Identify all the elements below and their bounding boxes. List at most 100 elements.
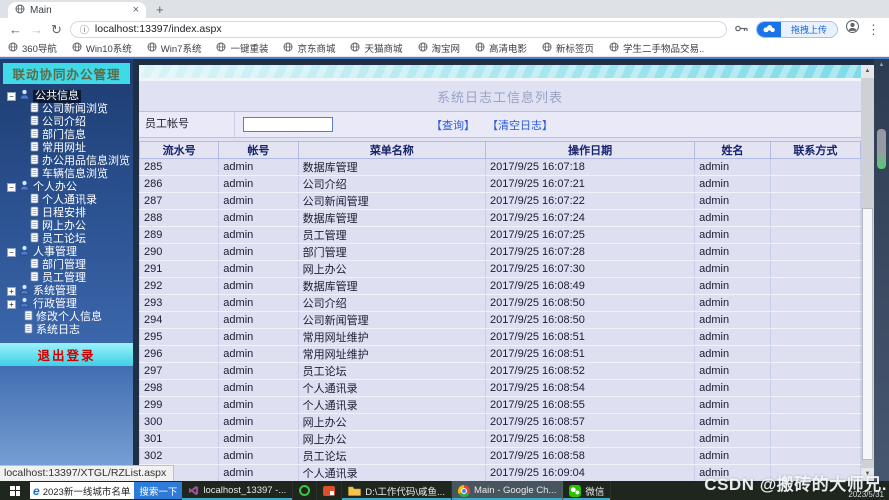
bookmark-item[interactable]: 新标签页: [542, 41, 594, 55]
bookmark-item[interactable]: Win7系统: [147, 41, 202, 55]
tree-group[interactable]: −人事管理: [0, 246, 133, 259]
table-cell: admin: [219, 363, 298, 380]
table-row[interactable]: 301admin网上办公2017/9/25 16:08:58admin: [140, 431, 861, 448]
logout-button[interactable]: 退出登录: [0, 343, 133, 366]
tree-group[interactable]: −个人办公: [0, 181, 133, 194]
scroll-up-icon[interactable]: ▲: [861, 65, 874, 78]
tree-leaf[interactable]: 部门管理: [0, 259, 133, 272]
taskbar-item-wechat[interactable]: 微信: [563, 481, 611, 500]
search-go-button[interactable]: 搜索一下: [134, 482, 182, 499]
column-header: 帐号: [219, 142, 298, 159]
table-cell: [770, 244, 860, 261]
bookmark-item[interactable]: 一键重装: [216, 41, 268, 55]
password-key-icon[interactable]: [735, 20, 748, 38]
tree-leaf[interactable]: 日程安排: [0, 207, 133, 220]
table-cell: 295: [140, 329, 219, 346]
table-cell: 部门管理: [298, 244, 485, 261]
table-row[interactable]: 300admin网上办公2017/9/25 16:08:57admin: [140, 414, 861, 431]
table-row[interactable]: 292admin数据库管理2017/9/25 16:08:49admin: [140, 278, 861, 295]
table-cell: admin: [695, 227, 771, 244]
collapse-icon[interactable]: −: [7, 183, 16, 192]
table-row[interactable]: 297admin员工论坛2017/9/25 16:08:52admin: [140, 363, 861, 380]
bookmark-item[interactable]: 学生二手物品交易..: [609, 41, 704, 55]
collapse-icon[interactable]: −: [7, 92, 16, 101]
browser-tab-main[interactable]: Main ×: [8, 2, 146, 18]
tree-leaf[interactable]: 公司新闻浏览: [0, 103, 133, 116]
bookmark-item[interactable]: 京东商城: [283, 41, 335, 55]
bookmark-item[interactable]: 淘宝网: [418, 41, 461, 55]
browser-menu-icon[interactable]: ⋮: [867, 23, 880, 36]
new-tab-button[interactable]: +: [156, 2, 164, 17]
tree-leaf[interactable]: 系统日志: [0, 324, 133, 337]
tree-leaf[interactable]: 修改个人信息: [0, 311, 133, 324]
tree-leaf[interactable]: 网上办公: [0, 220, 133, 233]
taskbar-item-visual-studio[interactable]: localhost_13397 -...: [182, 481, 293, 500]
table-row[interactable]: 289admin员工管理2017/9/25 16:07:25admin: [140, 227, 861, 244]
table-cell: admin: [219, 278, 298, 295]
user-icon: [19, 89, 30, 104]
tree-leaf[interactable]: 办公用品信息浏览: [0, 155, 133, 168]
table-cell: 网上办公: [298, 261, 485, 278]
query-link[interactable]: 【查询】: [431, 117, 475, 133]
back-icon[interactable]: ←: [9, 23, 22, 36]
table-row[interactable]: 299admin个人通讯录2017/9/25 16:08:55admin: [140, 397, 861, 414]
browser-scrollbar[interactable]: ▲: [874, 59, 889, 481]
collapse-icon[interactable]: −: [7, 248, 16, 257]
sidebar: 联动协同办公管理 −公共信息公司新闻浏览公司介绍部门信息常用网址办公用品信息浏览…: [0, 59, 133, 481]
table-cell: [770, 261, 860, 278]
table-row[interactable]: 290admin部门管理2017/9/25 16:07:28admin: [140, 244, 861, 261]
taskbar-item-folder[interactable]: D:\工作代码\咸鱼...: [342, 481, 452, 500]
refresh-icon[interactable]: ↻: [51, 23, 62, 36]
table-cell: admin: [695, 312, 771, 329]
taskbar-search-value[interactable]: 2023新一线城市名单: [43, 484, 131, 498]
table-row[interactable]: 291admin网上办公2017/9/25 16:07:30admin: [140, 261, 861, 278]
expand-icon[interactable]: +: [7, 287, 16, 296]
table-row[interactable]: 287admin公司新闻管理2017/9/25 16:07:22admin: [140, 193, 861, 210]
taskbar-search-box[interactable]: e 2023新一线城市名单 搜索一下: [30, 482, 182, 499]
bookmark-item[interactable]: Win10系统: [72, 41, 132, 55]
bookmark-item[interactable]: 高清电影: [475, 41, 527, 55]
table-row[interactable]: 302admin员工论坛2017/9/25 16:08:58admin: [140, 448, 861, 465]
table-cell: admin: [219, 193, 298, 210]
expand-icon[interactable]: +: [7, 300, 16, 309]
tree-group[interactable]: −公共信息: [0, 90, 133, 103]
tree-leaf[interactable]: 常用网址: [0, 142, 133, 155]
profile-avatar-icon[interactable]: [846, 20, 859, 38]
tree-leaf[interactable]: 部门信息: [0, 129, 133, 142]
content-scrollbar[interactable]: ▲ ▼: [861, 65, 874, 481]
bookmark-item[interactable]: 天猫商城: [350, 41, 402, 55]
table-row[interactable]: 293admin公司介绍2017/9/25 16:08:50admin: [140, 295, 861, 312]
taskbar-item-media-app[interactable]: [317, 481, 342, 500]
browser-scroll-up-icon[interactable]: ▲: [874, 59, 889, 71]
table-cell: 公司介绍: [298, 176, 485, 193]
taskbar-item-chrome[interactable]: Main - Google Ch...: [452, 481, 563, 500]
table-row[interactable]: 298admin个人通讯录2017/9/25 16:08:54admin: [140, 380, 861, 397]
table-cell: admin: [695, 448, 771, 465]
netdisk-extension-badge[interactable]: 拖拽上传: [756, 21, 838, 38]
table-cell: 个人通讯录: [298, 380, 485, 397]
tree-leaf[interactable]: 公司介绍: [0, 116, 133, 129]
table-row[interactable]: 295admin常用网址维护2017/9/25 16:08:51admin: [140, 329, 861, 346]
browser-scroll-thumb[interactable]: [877, 129, 886, 169]
tab-title: Main: [30, 5, 128, 16]
taskbar-item-green-app[interactable]: [293, 481, 317, 500]
table-cell: 个人通讯录: [298, 397, 485, 414]
content-scroll-thumb[interactable]: [862, 208, 873, 460]
address-bar[interactable]: ⓘ localhost:13397/index.aspx: [70, 21, 727, 38]
table-cell: 网上办公: [298, 414, 485, 431]
table-row[interactable]: 294admin公司新闻管理2017/9/25 16:08:50admin: [140, 312, 861, 329]
table-row[interactable]: 296admin常用网址维护2017/9/25 16:08:51admin: [140, 346, 861, 363]
document-icon: [30, 271, 39, 286]
table-row[interactable]: 286admin公司介绍2017/9/25 16:07:21admin: [140, 176, 861, 193]
table-row[interactable]: 288admin数据库管理2017/9/25 16:07:24admin: [140, 210, 861, 227]
clear-log-link[interactable]: 【清空日志】: [487, 117, 553, 133]
tree-leaf[interactable]: 个人通讯录: [0, 194, 133, 207]
bookmark-item[interactable]: 360导航: [8, 41, 57, 55]
start-button[interactable]: [0, 481, 30, 500]
table-row[interactable]: 285admin数据库管理2017/9/25 16:07:18admin: [140, 159, 861, 176]
site-info-icon[interactable]: ⓘ: [80, 23, 89, 36]
tab-close-icon[interactable]: ×: [133, 4, 139, 16]
main-area: 系统日志工信息列表 员工帐号 【查询】 【清空日志】 流水号帐号菜单名称操作日期…: [133, 59, 874, 481]
employee-account-input[interactable]: [243, 117, 333, 132]
tree-group[interactable]: +行政管理: [0, 298, 133, 311]
